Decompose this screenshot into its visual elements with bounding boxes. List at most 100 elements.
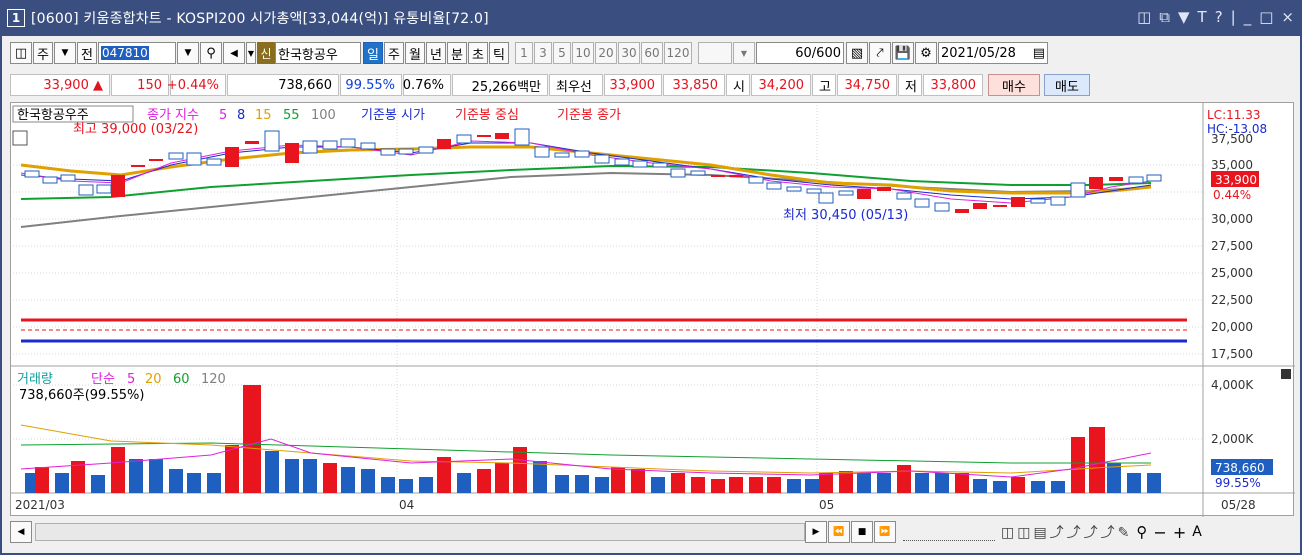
close-pane-icon[interactable] [1281,369,1291,379]
prev-button[interactable]: 전 [77,42,97,64]
minute-10[interactable]: 10 [572,42,594,64]
minimize-icon[interactable]: _ [1244,8,1252,26]
dropdown-icon[interactable]: ▼ [54,42,76,64]
bid-price: 33,850 [663,74,725,96]
stock-code-input[interactable]: 047810 [98,42,176,64]
period-select[interactable]: 주 [33,42,53,64]
period-month[interactable]: 월 [405,42,425,64]
open-price: 34,200 [751,74,811,96]
period-day[interactable]: 일 [363,42,383,64]
minute-5[interactable]: 5 [553,42,571,64]
price-tag: 33,900 [1215,173,1257,187]
ask-price: 33,900 [604,74,662,96]
minute-120[interactable]: 120 [664,42,692,64]
count-input[interactable]: 60/600 [756,42,844,64]
high-price: 34,750 [837,74,897,96]
date-tick: 2021/03 [15,498,65,512]
volume-ma120: 120 [201,372,226,387]
custom-dropdown-icon[interactable]: ▼ [733,42,755,64]
period-minute[interactable]: 분 [447,42,467,64]
date-tick: 04 [399,498,414,512]
legend-ref-open: 기준봉 시가 [361,108,425,123]
pin-icon[interactable]: ▼ [1178,8,1190,26]
settings-gear-icon[interactable]: ⚙ [915,42,937,64]
indicator-icon[interactable]: ⤤ [869,42,891,64]
close-icon[interactable]: × [1281,8,1294,26]
speaker-dropdown-icon[interactable]: ▼ [246,42,256,64]
scroll-left-icon[interactable]: ◀ [10,521,32,543]
toolbar: ◫ 주 ▼ 전 047810 ▼ ⚲ ◀ ▼ 신 한국항공우 일 주 월 년 분… [10,42,1048,64]
stop-icon[interactable]: ■ [851,521,873,543]
bottom-bar: ◀ ▶ ⏪ ■ ⏩ ◫◫▤⤴⤴⤴⤴✎ ⚲ − + A [10,520,1294,544]
rewind-icon[interactable]: ⏪ [828,521,850,543]
window-number: 1 [7,9,25,27]
chart-area[interactable]: 한국항공우주 종가 지수 5 8 15 55 100 기준봉 시가 기준봉 중심… [10,102,1295,517]
separator: | [1230,8,1236,26]
calc-icon[interactable] [12,130,28,146]
minute-20[interactable]: 20 [595,42,617,64]
period-second[interactable]: 초 [468,42,488,64]
tile-icon[interactable]: ⧉ [1159,8,1170,26]
save-icon[interactable]: 💾 [892,42,914,64]
low-price: 33,800 [923,74,983,96]
code-dropdown-icon[interactable]: ▼ [177,42,199,64]
volume-ma20-line [20,424,1152,474]
price-axis: 37,500 35,000 30,000 27,500 25,000 22,50… [1211,132,1253,361]
price-tick: 27,500 [1211,239,1253,253]
zoom-slider[interactable] [903,523,995,541]
open-label: 시 [726,74,750,96]
minute-30[interactable]: 30 [618,42,640,64]
best-label: 최우선 [549,74,603,96]
custom-period-input[interactable] [698,42,732,64]
minute-60[interactable]: 60 [641,42,663,64]
price-tick: 25,000 [1211,266,1253,280]
min-note: 최저 30,450 (05/13) [783,208,908,223]
max-note: 최고 39,000 (03/22) [73,122,198,137]
buy-button[interactable]: 매수 [988,74,1040,96]
credit-badge: 신 [257,42,275,64]
price-tick: 30,000 [1211,212,1253,226]
layout-icon[interactable]: ◫ [10,42,32,64]
calendar-icon[interactable]: ▤ [1033,46,1045,61]
sell-button[interactable]: 매도 [1044,74,1090,96]
minute-3[interactable]: 3 [534,42,552,64]
speaker-icon[interactable]: ◀ [223,42,245,64]
minus-icon[interactable]: − [1153,523,1166,542]
price-tick: 20,000 [1211,320,1253,334]
legend-ma100: 100 [311,108,336,123]
legend-ma15: 15 [255,108,272,123]
up-arrow-icon: ▲ [93,77,103,93]
zoom-out-icon[interactable]: ⚲ [1136,523,1147,541]
maximize-icon[interactable]: □ [1259,8,1273,26]
drawing-tools-icon[interactable]: ◫◫▤⤴⤴⤴⤴✎ [1001,522,1132,542]
date-input[interactable]: 2021/05/28 ▤ [938,42,1048,64]
period-year[interactable]: 년 [426,42,446,64]
volume-note: 738,660주(99.55%) [19,388,144,403]
font-a-icon[interactable]: A [1192,524,1202,540]
plus-icon[interactable]: + [1173,523,1186,542]
volume-grid [13,384,1203,440]
period-tick[interactable]: 틱 [489,42,509,64]
help-icon[interactable]: ? [1215,8,1223,26]
volume-ma20: 20 [145,372,162,387]
low-label: 저 [898,74,922,96]
restore-layout-icon[interactable]: ◫ [1137,8,1151,26]
forward-icon[interactable]: ⏩ [874,521,896,543]
horizontal-scrollbar[interactable] [35,523,805,541]
ma55-line [20,164,1152,200]
period-week[interactable]: 주 [384,42,404,64]
volume-value: 738,660 [227,74,339,96]
volume-ratio: 99.55% [340,74,402,96]
volume-tag: 738,660 [1215,461,1265,475]
turnover: 0.76% [403,74,451,96]
search-icon[interactable]: ⚲ [200,42,222,64]
price-tick: 35,000 [1211,158,1253,172]
price-tick-top: 37,500 [1211,132,1253,146]
minute-1[interactable]: 1 [515,42,533,64]
font-icon[interactable]: T [1198,8,1207,26]
candle-type-icon[interactable]: ▧ [846,42,868,64]
legend-ma55: 55 [283,108,300,123]
scroll-right-icon[interactable]: ▶ [805,521,827,543]
window-controls: ◫ ⧉ ▼ T ? | _ □ × [1137,8,1294,26]
price-tick: 22,500 [1211,293,1253,307]
